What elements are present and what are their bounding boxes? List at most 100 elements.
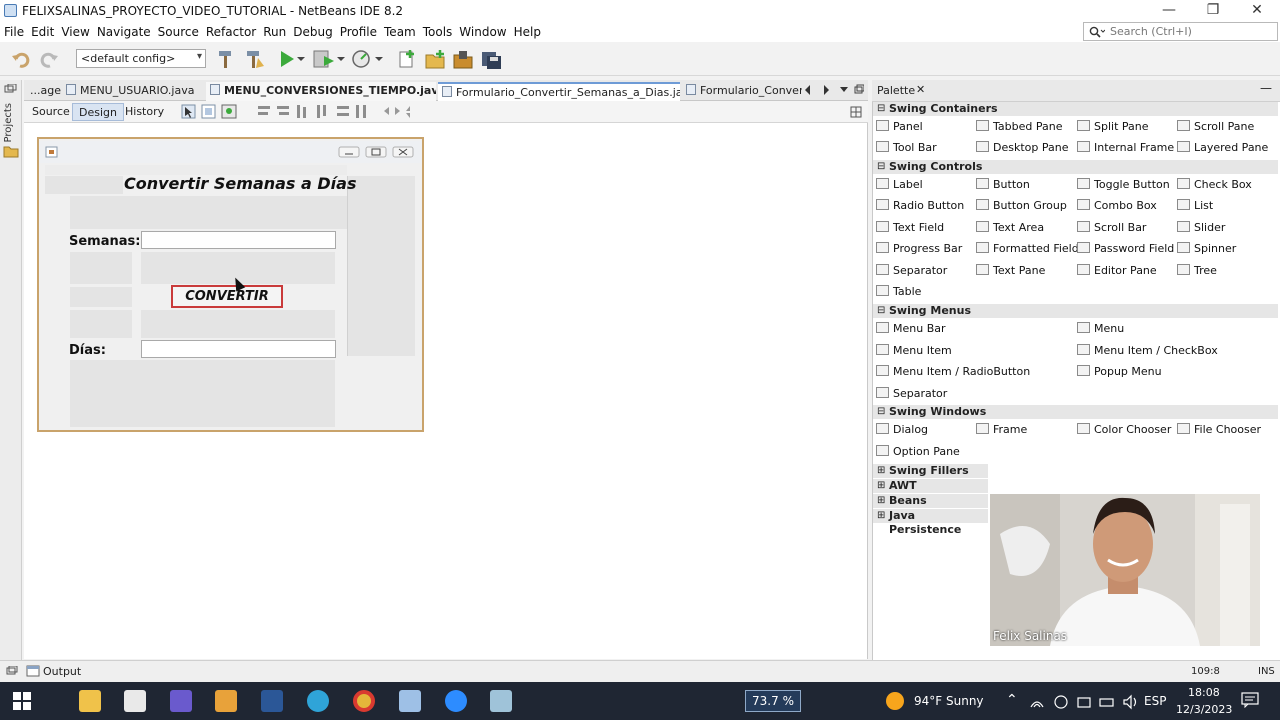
palette-item-table[interactable]: Table xyxy=(876,285,921,298)
palette-item-desktop-pane[interactable]: Desktop Pane xyxy=(976,141,1068,154)
palette-item-text-area[interactable]: Text Area xyxy=(976,221,1044,234)
semanas-text-field[interactable] xyxy=(141,231,336,249)
editor-tab-formulario-convert[interactable]: Formulario_Convert... xyxy=(682,82,802,101)
weather-text[interactable]: 94°F Sunny xyxy=(914,694,984,708)
word-icon[interactable] xyxy=(261,690,283,712)
menu-window[interactable]: Window xyxy=(455,22,509,39)
palette-item-slider[interactable]: Slider xyxy=(1177,221,1225,234)
category-beans[interactable]: ⊞ Beans xyxy=(873,494,988,508)
zoom-icon[interactable] xyxy=(445,690,467,712)
dias-text-field[interactable] xyxy=(141,340,336,358)
chrome-icon[interactable] xyxy=(353,690,375,712)
windows-start-icon[interactable] xyxy=(13,692,31,710)
palette-item-menu-bar[interactable]: Menu Bar xyxy=(876,322,946,335)
palette-item-text-field[interactable]: Text Field xyxy=(876,221,944,234)
palette-item-color-chooser[interactable]: Color Chooser xyxy=(1077,423,1171,436)
projects-folder-icon[interactable] xyxy=(3,143,19,159)
palette-item-tool-bar[interactable]: Tool Bar xyxy=(876,141,937,154)
palette-item-toggle-button[interactable]: Toggle Button xyxy=(1077,178,1170,191)
design-tools-icons[interactable] xyxy=(180,103,410,121)
profile-project-icon[interactable] xyxy=(350,48,372,70)
menu-source[interactable]: Source xyxy=(154,22,202,39)
category-swing-controls[interactable]: ⊟ Swing Controls xyxy=(873,160,1278,174)
chevron-down-icon[interactable] xyxy=(296,55,306,63)
new-file-icon[interactable] xyxy=(396,48,418,70)
menu-profile[interactable]: Profile xyxy=(336,22,380,39)
palette-item-internal-frame[interactable]: Internal Frame xyxy=(1077,141,1174,154)
restore-window-icon[interactable] xyxy=(4,84,18,94)
projects-side-tab[interactable]: Projects xyxy=(3,103,14,142)
store-icon[interactable] xyxy=(124,690,146,712)
palette-item-button-group[interactable]: Button Group xyxy=(976,199,1067,212)
zoom-percentage-indicator[interactable]: 73.7 % xyxy=(745,690,801,712)
tab-navigation-icons[interactable] xyxy=(804,84,864,96)
category-java-persistence[interactable]: ⊞ Java Persistence xyxy=(873,509,988,536)
config-select[interactable]: <default config> ▾ xyxy=(76,49,206,68)
maximize-button[interactable]: ❐ xyxy=(1190,0,1236,22)
minimize-panel-icon[interactable]: — xyxy=(1260,81,1272,95)
palette-item-menu-separator[interactable]: Separator xyxy=(876,387,947,400)
menu-refactor[interactable]: Refactor xyxy=(202,22,259,39)
undo-icon[interactable] xyxy=(10,50,32,70)
edge-icon[interactable] xyxy=(307,690,329,712)
palette-item-panel[interactable]: Panel xyxy=(876,120,923,133)
palette-item-menu-item-radiobutton[interactable]: Menu Item / RadioButton xyxy=(876,365,1030,378)
palette-item-option-pane[interactable]: Option Pane xyxy=(876,445,960,458)
category-awt[interactable]: ⊞ AWT xyxy=(873,479,988,493)
output-tab[interactable]: Output xyxy=(43,665,81,678)
system-tray-icons[interactable] xyxy=(1030,694,1138,710)
netbeans-icon[interactable] xyxy=(399,690,421,712)
palette-item-scroll-pane[interactable]: Scroll Pane xyxy=(1177,120,1254,133)
chevron-down-icon[interactable] xyxy=(336,55,346,63)
menu-tools[interactable]: Tools xyxy=(419,22,456,39)
convertir-button[interactable]: CONVERTIR xyxy=(171,285,283,308)
app-icon[interactable] xyxy=(170,690,192,712)
chevron-down-icon[interactable] xyxy=(374,55,384,63)
file-explorer-icon[interactable] xyxy=(79,690,101,712)
palette-item-label[interactable]: Label xyxy=(876,178,923,191)
menu-view[interactable]: View xyxy=(57,22,92,39)
menu-edit[interactable]: Edit xyxy=(27,22,57,39)
form-heading-label[interactable]: Convertir Semanas a Días xyxy=(124,174,356,193)
palette-item-check-box[interactable]: Check Box xyxy=(1177,178,1252,191)
tab-design[interactable]: Design xyxy=(72,103,124,121)
close-window-button[interactable]: ✕ xyxy=(1234,0,1280,22)
notifications-icon[interactable] xyxy=(1241,692,1259,708)
palette-item-text-pane[interactable]: Text Pane xyxy=(976,264,1045,277)
menu-navigate[interactable]: Navigate xyxy=(93,22,154,39)
run-project-icon[interactable] xyxy=(278,49,296,69)
menu-file[interactable]: File xyxy=(0,22,27,39)
tab-source[interactable]: Source xyxy=(26,103,76,121)
build-hammer-icon[interactable] xyxy=(216,48,236,70)
category-swing-fillers[interactable]: ⊞ Swing Fillers xyxy=(873,464,988,478)
editor-tab-overflow[interactable]: ...age xyxy=(26,82,62,101)
minimize-button[interactable]: — xyxy=(1146,0,1192,22)
palette-item-frame[interactable]: Frame xyxy=(976,423,1027,436)
media-icon[interactable] xyxy=(215,690,237,712)
dias-label[interactable]: Días: xyxy=(69,343,106,358)
clean-build-icon[interactable] xyxy=(244,48,266,70)
palette-item-scroll-bar[interactable]: Scroll Bar xyxy=(1077,221,1146,234)
palette-item-editor-pane[interactable]: Editor Pane xyxy=(1077,264,1157,277)
palette-item-progress-bar[interactable]: Progress Bar xyxy=(876,242,962,255)
palette-item-layered-pane[interactable]: Layered Pane xyxy=(1177,141,1268,154)
save-all-icon[interactable] xyxy=(480,48,504,70)
palette-item-tabbed-pane[interactable]: Tabbed Pane xyxy=(976,120,1062,133)
notes-icon[interactable] xyxy=(490,690,512,712)
palette-item-formatted-field[interactable]: Formatted Field xyxy=(976,242,1079,255)
palette-item-menu[interactable]: Menu xyxy=(1077,322,1124,335)
editor-tab-formulario-semanas[interactable]: Formulario_Convertir_Semanas_a_Dias.java… xyxy=(438,82,680,101)
menu-team[interactable]: Team xyxy=(380,22,419,39)
close-icon[interactable]: ✕ xyxy=(916,83,925,96)
restore-window-icon[interactable] xyxy=(6,666,18,676)
redo-icon[interactable] xyxy=(38,50,60,70)
clock-time[interactable]: 18:08 xyxy=(1188,686,1220,699)
palette-item-menu-item[interactable]: Menu Item xyxy=(876,344,952,357)
clock-date[interactable]: 12/3/2023 xyxy=(1176,703,1232,716)
palette-item-file-chooser[interactable]: File Chooser xyxy=(1177,423,1261,436)
grid-toggle-icon[interactable] xyxy=(850,106,862,118)
menu-help[interactable]: Help xyxy=(510,22,544,39)
palette-item-tree[interactable]: Tree xyxy=(1177,264,1217,277)
debug-project-icon[interactable] xyxy=(312,48,336,70)
palette-item-dialog[interactable]: Dialog xyxy=(876,423,928,436)
